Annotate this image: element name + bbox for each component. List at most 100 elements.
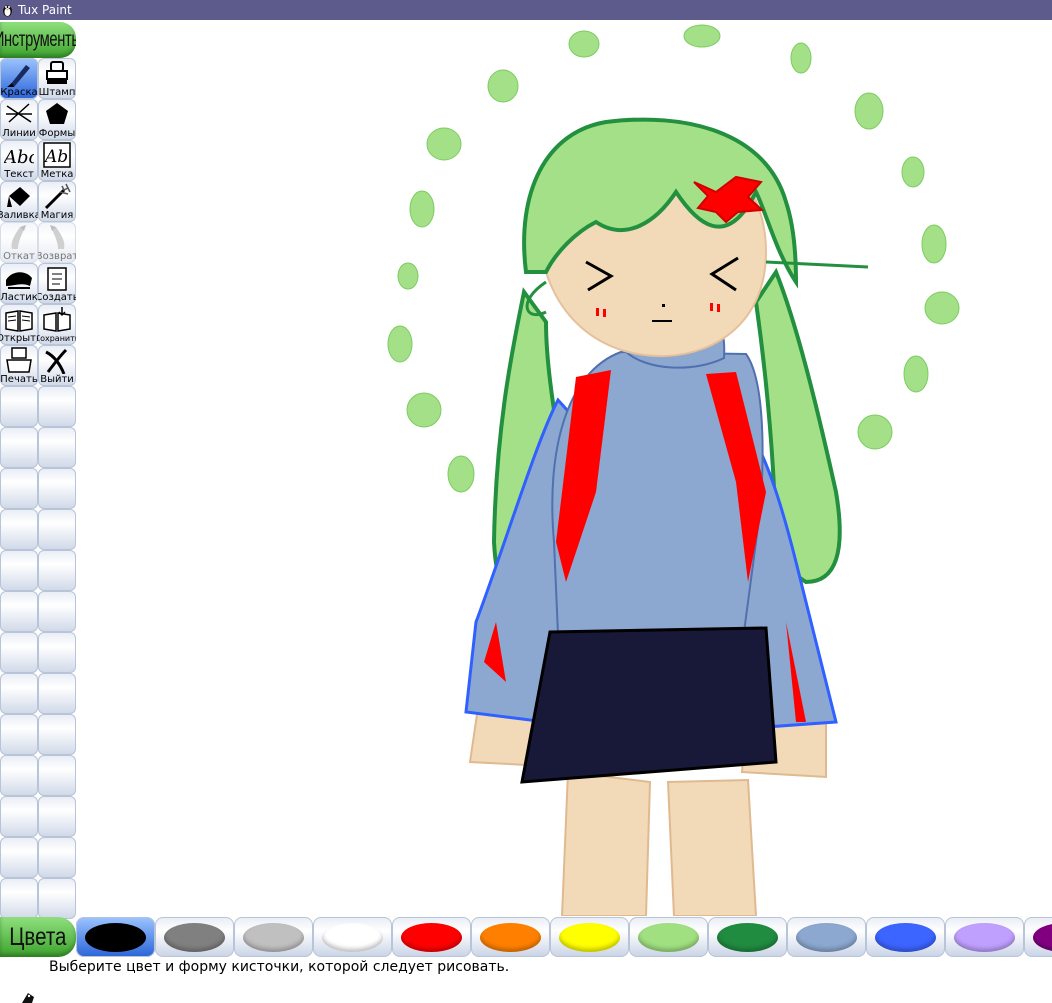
color-dot [164,923,225,952]
tool-label: Метка [40,169,74,180]
color-swatch[interactable] [234,917,313,957]
color-swatch[interactable] [313,917,392,957]
tool-redo-button[interactable]: Возврат [38,222,76,263]
tux-helper-icon [22,993,34,1003]
tool-label-button[interactable]: Ab Метка [38,140,76,181]
color-swatch[interactable] [392,917,471,957]
label-ab-icon: Ab [43,142,71,168]
text-abc-icon: Abc [4,147,34,168]
tool-stamp-button[interactable]: Штамп [38,58,76,99]
tool-empty-slot [38,837,76,878]
tool-open-button[interactable]: Открыть [0,304,38,345]
svg-text:Ab: Ab [43,147,68,167]
pentagon-icon [46,103,68,124]
tool-empty-slot [0,386,38,427]
tool-label: Сохранить [38,334,76,343]
tool-label: Создать [38,292,76,303]
tool-empty-slot [38,468,76,509]
color-swatch[interactable] [866,917,945,957]
color-swatch[interactable] [708,917,787,957]
tool-empty-slot [0,509,38,550]
drawing-canvas[interactable] [76,22,1052,916]
printer-icon [6,347,32,373]
tool-empty-slot [38,632,76,673]
color-swatch[interactable] [155,917,234,957]
tool-label: Печать [0,374,38,385]
color-swatch[interactable] [1024,917,1052,957]
tool-empty-slot [38,386,76,427]
tool-lines-button[interactable]: Линии [0,99,38,140]
tool-empty-slot [0,632,38,673]
tool-text-button[interactable]: AbcТекст [0,140,38,181]
color-dot [796,923,857,952]
color-dot [401,923,462,952]
tool-empty-slot [0,468,38,509]
tool-eraser-button[interactable]: Ластик [0,263,38,304]
tool-empty-slot [0,591,38,632]
tool-empty-slot [38,755,76,796]
tools-header: Инструменты [0,22,82,58]
status-message: Выберите цвет и форму кисточки, которой … [49,959,510,975]
color-dot [1033,923,1052,952]
tool-magic-button[interactable]: Магия [38,181,76,222]
eraser-icon [6,272,32,289]
tool-label: Краска [0,87,38,98]
tool-fill-button[interactable]: Заливка [0,181,38,222]
tool-label: Возврат [38,251,76,262]
colors-header-label: Цвета [9,922,67,951]
tool-print-button[interactable]: Печать [0,345,38,386]
drawing-artwork [387,24,960,916]
tool-save-button[interactable]: Сохранить [38,304,76,345]
open-book-icon [5,310,33,332]
tool-label: Ластик [0,292,38,303]
color-dot [480,923,541,952]
tool-empty-slot [38,878,76,919]
tool-empty-slot [38,550,76,591]
tool-empty-slot [0,837,38,878]
color-swatch[interactable] [629,917,708,957]
undo-icon [11,225,26,249]
color-dot [559,923,620,952]
colors-header: Цвета [0,917,76,957]
tux-penguin-icon [3,5,12,17]
tool-label: Заливка [0,210,38,221]
fill-bucket-icon [7,187,30,207]
new-page-icon [47,267,67,291]
color-swatch[interactable] [787,917,866,957]
title-bar: Tux Paint [0,0,1052,20]
svg-text:Abc: Abc [4,147,34,168]
tool-undo-button[interactable]: Откат [0,222,38,263]
color-swatch[interactable] [76,917,155,957]
tools-header-label: Инструменты [0,28,82,51]
color-swatch[interactable] [945,917,1024,957]
tool-new-button[interactable]: Создать [38,263,76,304]
tool-label: Штамп [38,87,76,98]
tool-empty-slot [38,673,76,714]
tool-empty-slot [38,509,76,550]
tool-label: Выйти [40,374,74,385]
color-swatch[interactable] [471,917,550,957]
tool-empty-slot [0,673,38,714]
color-swatch[interactable] [550,917,629,957]
tool-empty-slot [38,796,76,837]
tool-empty-slot [38,591,76,632]
color-dot [875,923,936,952]
brush-icon [7,65,30,87]
color-dot [638,923,699,952]
color-dot [322,923,383,952]
tool-empty-slot [0,878,38,919]
tool-label: Магия [40,210,74,221]
tool-empty-slot [0,550,38,591]
quit-icon [45,348,68,374]
tool-empty-slot [38,714,76,755]
tool-quit-button[interactable]: Выйти [38,345,76,386]
redo-icon [50,225,65,249]
color-palette [76,917,1052,957]
tool-empty-slot [0,796,38,837]
tool-empty-slot [38,427,76,468]
tool-paint-button[interactable]: Краска [0,58,38,99]
tool-label: Открыть [0,333,38,344]
tool-shapes-button[interactable]: Формы [38,99,76,140]
tool-empty-slot [0,714,38,755]
tool-label: Текст [4,169,34,180]
